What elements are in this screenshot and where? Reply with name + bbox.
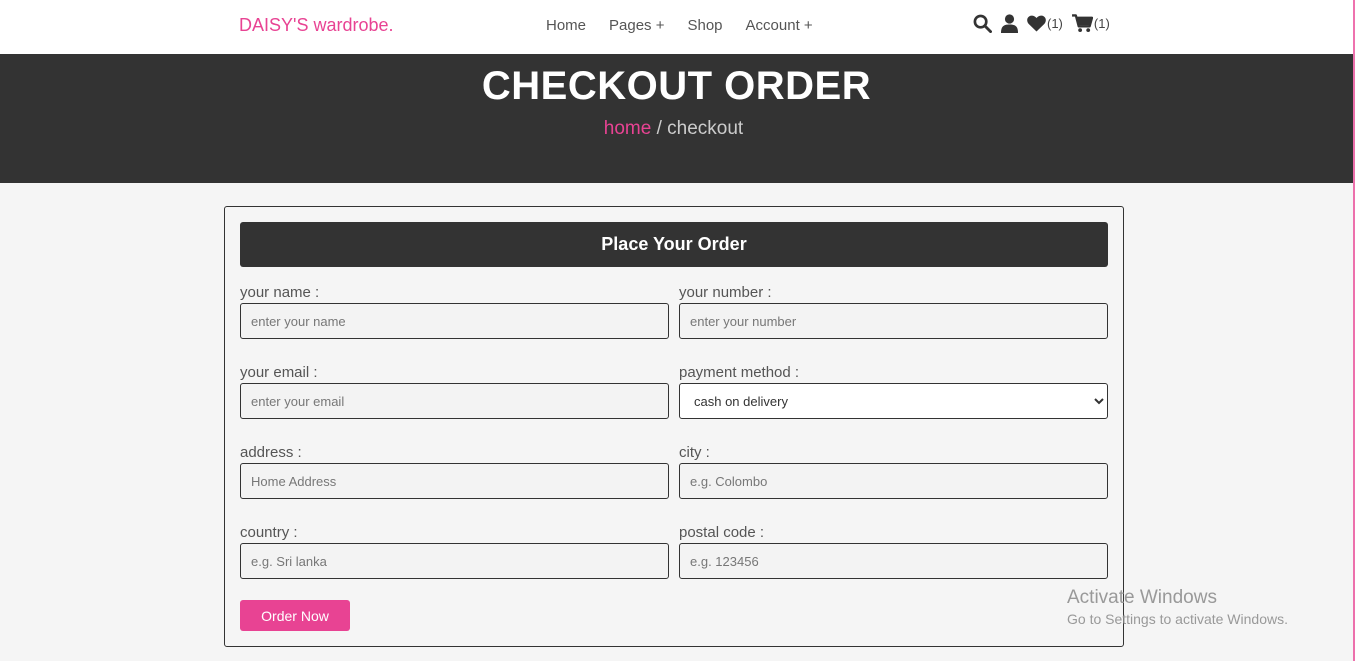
breadcrumb-separator: / <box>651 118 668 139</box>
address-input[interactable] <box>240 463 669 499</box>
cart-count: (1) <box>1093 16 1110 31</box>
city-input[interactable] <box>679 463 1108 499</box>
email-label: your email : <box>240 364 318 381</box>
breadcrumb-home-link[interactable]: home <box>604 118 652 139</box>
checkout-form: Place Your Order your name : your number… <box>224 206 1124 647</box>
wishlist-link[interactable]: (1) <box>1027 15 1063 32</box>
city-label: city : <box>679 444 710 461</box>
cart-link[interactable]: (1) <box>1071 14 1110 33</box>
activate-windows-watermark: Activate Windows Go to Settings to activ… <box>1067 587 1288 627</box>
page-title: CHECKOUT ORDER <box>481 64 872 108</box>
name-field-group: your name : <box>240 282 669 339</box>
address-field-group: address : <box>240 442 669 499</box>
heart-icon <box>1027 15 1046 32</box>
postal-code-input[interactable] <box>679 543 1108 579</box>
hero-banner: CHECKOUT ORDER home / checkout <box>0 54 1353 183</box>
cart-icon <box>1071 14 1093 33</box>
nav-icons: (1) (1) <box>973 14 1110 33</box>
email-field-group: your email : <box>240 362 669 419</box>
number-field-group: your number : <box>679 282 1108 339</box>
number-input[interactable] <box>679 303 1108 339</box>
navbar: DAISY'S wardrobe. Home Pages + Shop Acco… <box>0 0 1355 54</box>
postal-label: postal code : <box>679 524 765 541</box>
country-label: country : <box>240 524 298 541</box>
address-label: address : <box>240 444 302 461</box>
user-icon[interactable] <box>1001 14 1018 33</box>
search-icon[interactable] <box>973 14 992 33</box>
watermark-subtitle: Go to Settings to activate Windows. <box>1067 611 1288 627</box>
logo[interactable]: DAISY'S wardrobe. <box>239 15 394 36</box>
form-heading: Place Your Order <box>240 222 1108 267</box>
watermark-title: Activate Windows <box>1067 587 1217 608</box>
name-label: your name : <box>240 284 320 301</box>
order-now-button[interactable]: Order Now <box>240 600 350 631</box>
nav-link-account[interactable]: Account + <box>746 17 813 34</box>
name-input[interactable] <box>240 303 669 339</box>
nav-links: Home Pages + Shop Account + <box>546 17 813 34</box>
city-field-group: city : <box>679 442 1108 499</box>
breadcrumb: home / checkout <box>0 118 1347 140</box>
payment-method-select[interactable]: cash on delivery <box>679 383 1108 419</box>
country-input[interactable] <box>240 543 669 579</box>
nav-link-home[interactable]: Home <box>546 17 586 34</box>
payment-label: payment method : <box>679 364 800 381</box>
number-label: your number : <box>679 284 772 301</box>
country-field-group: country : <box>240 522 669 579</box>
breadcrumb-current: checkout <box>667 118 744 139</box>
nav-link-pages[interactable]: Pages + <box>609 17 664 34</box>
nav-link-shop[interactable]: Shop <box>687 17 722 34</box>
wishlist-count: (1) <box>1047 16 1063 31</box>
email-input[interactable] <box>240 383 669 419</box>
postal-field-group: postal code : <box>679 522 1108 579</box>
payment-field-group: payment method : cash on delivery <box>679 362 1108 419</box>
